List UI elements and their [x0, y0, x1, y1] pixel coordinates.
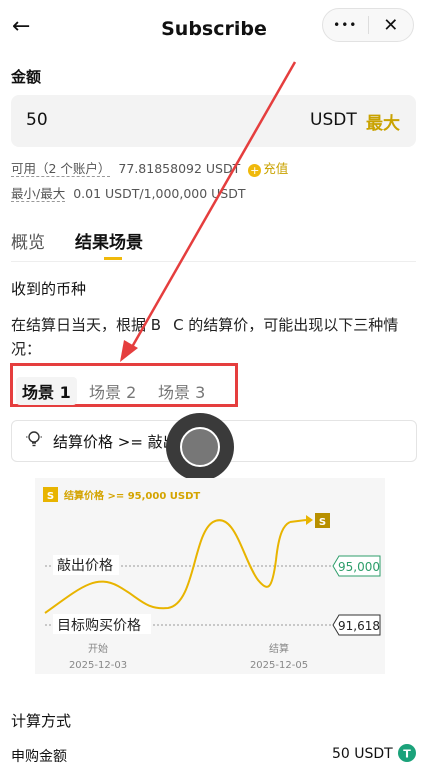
svg-text:T: T: [403, 748, 411, 761]
calc-row-label: 申购金额: [11, 749, 67, 765]
calc-title: 计算方式: [11, 712, 72, 730]
calc-row-value: 50 USDT: [332, 746, 393, 762]
annotation-arrow-shaft: [126, 61, 297, 355]
usdt-coin-icon: T: [398, 744, 416, 762]
annotation-arrow: [120, 61, 297, 362]
